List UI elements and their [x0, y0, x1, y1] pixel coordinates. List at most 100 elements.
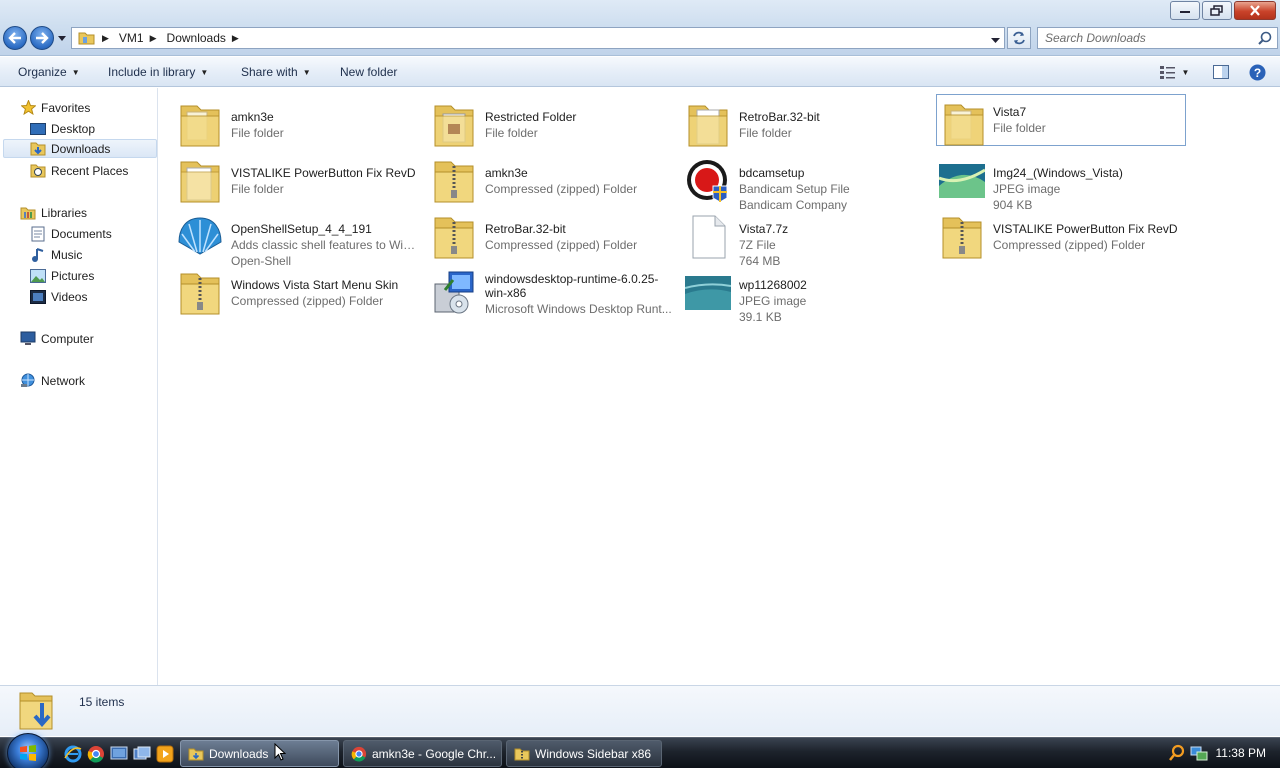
file-item[interactable]: RetroBar.32-bit Compressed (zipped) Fold… — [413, 206, 667, 259]
file-size: 39.1 KB — [739, 310, 782, 324]
file-item[interactable]: Vista7.7z 7Z File 764 MB — [667, 206, 921, 268]
recent-pages-dropdown[interactable] — [57, 33, 67, 43]
chrome-icon[interactable] — [87, 745, 105, 763]
navigation-pane: Favorites Desktop Downloads Recent Place… — [0, 88, 158, 685]
switch-windows-icon[interactable] — [133, 745, 151, 763]
taskbar-clock[interactable]: 11:38 PM — [1216, 746, 1266, 760]
downloads-folder-icon — [30, 141, 46, 157]
nav-libraries[interactable]: Libraries — [20, 203, 87, 222]
search-box[interactable] — [1037, 27, 1278, 49]
chevron-down-icon: ▼ — [302, 67, 311, 77]
file-item-selected[interactable]: Vista7 File folder — [936, 94, 1186, 146]
share-with-label: Share with — [241, 65, 298, 79]
task-chrome[interactable]: amkn3e - Google Chr... — [343, 740, 502, 767]
nav-downloads[interactable]: Downloads — [3, 139, 157, 158]
breadcrumb-vm1[interactable]: VM1 — [119, 31, 144, 45]
help-button[interactable]: ? — [1247, 63, 1267, 81]
file-item[interactable]: amkn3e File folder — [159, 94, 413, 147]
shell-icon — [178, 217, 222, 255]
file-item[interactable]: bdcamsetup Bandicam Setup File Bandicam … — [667, 150, 921, 212]
refresh-icon — [1013, 31, 1025, 45]
search-input[interactable] — [1045, 31, 1255, 45]
organize-menu[interactable]: Organize ▼ — [18, 65, 80, 79]
file-type: File folder — [231, 126, 284, 140]
file-type: Compressed (zipped) Folder — [993, 238, 1146, 252]
pictures-icon — [30, 268, 46, 284]
nav-pictures[interactable]: Pictures — [30, 266, 94, 285]
file-item[interactable]: RetroBar.32-bit File folder — [667, 94, 921, 147]
show-desktop-icon[interactable] — [110, 745, 128, 763]
address-dropdown[interactable] — [991, 32, 1000, 46]
folder-icon — [434, 105, 474, 147]
nav-computer[interactable]: Computer — [20, 329, 94, 348]
search-tray-icon[interactable] — [1168, 744, 1186, 762]
file-name: bdcamsetup — [739, 166, 805, 180]
file-item[interactable]: Windows Vista Start Menu Skin Compressed… — [159, 262, 413, 315]
search-icon[interactable] — [1258, 31, 1272, 45]
chevron-right-icon[interactable]: ▶ — [150, 33, 157, 44]
music-icon — [30, 247, 46, 263]
zip-folder-icon — [434, 217, 474, 259]
recent-places-icon — [30, 163, 46, 179]
zip-folder-icon — [434, 161, 474, 203]
help-icon: ? — [1249, 64, 1265, 80]
start-button[interactable] — [7, 733, 49, 768]
nav-music[interactable]: Music — [30, 245, 82, 264]
change-view-button[interactable]: ▼ — [1157, 63, 1191, 81]
close-icon — [1250, 5, 1260, 16]
refresh-button[interactable] — [1007, 27, 1031, 49]
include-in-library-menu[interactable]: Include in library ▼ — [108, 65, 208, 79]
zip-folder-icon — [180, 273, 220, 315]
installer-icon — [434, 271, 474, 314]
file-item[interactable]: wp11268002 JPEG image 39.1 KB — [667, 262, 921, 324]
nav-recent-places[interactable]: Recent Places — [30, 161, 128, 180]
file-item[interactable]: Img24_(Windows_Vista) JPEG image 904 KB — [921, 150, 1175, 212]
address-bar[interactable]: ▶ VM1 ▶ Downloads ▶ — [71, 27, 1005, 49]
item-count: 15 items — [79, 695, 125, 709]
task-downloads[interactable]: Downloads — [180, 740, 339, 767]
file-name: OpenShellSetup_4_4_191 — [231, 222, 372, 236]
file-item[interactable]: VISTALIKE PowerButton Fix RevD File fold… — [159, 150, 416, 203]
nav-libraries-label: Libraries — [41, 205, 88, 220]
nav-videos[interactable]: Videos — [30, 287, 87, 306]
file-item[interactable]: VISTALIKE PowerButton Fix RevD Compresse… — [921, 206, 1178, 259]
folder-icon — [944, 104, 984, 146]
nav-network[interactable]: Network — [20, 371, 85, 390]
new-folder-button[interactable]: New folder — [340, 65, 397, 79]
file-item[interactable]: amkn3e Compressed (zipped) Folder — [413, 150, 667, 203]
internet-explorer-icon[interactable] — [64, 745, 82, 763]
preview-pane-button[interactable] — [1211, 63, 1231, 81]
file-item[interactable]: Restricted Folder File folder — [413, 94, 667, 147]
network-status-icon[interactable] — [1190, 744, 1208, 762]
bandicam-icon — [687, 160, 728, 203]
file-type: Bandicam Setup File — [739, 182, 850, 196]
media-player-icon[interactable] — [156, 745, 174, 763]
minimize-button[interactable] — [1170, 1, 1200, 20]
close-button[interactable] — [1234, 1, 1276, 20]
task-windows-sidebar[interactable]: Windows Sidebar x86 — [506, 740, 662, 767]
file-item[interactable]: windowsdesktop-runtime-6.0.25-win-x86 Mi… — [413, 262, 672, 318]
file-type: JPEG image — [739, 294, 807, 308]
nav-favorites[interactable]: Favorites — [20, 98, 90, 117]
maximize-button[interactable] — [1202, 1, 1232, 20]
file-name: windowsdesktop-runtime-6.0.25-win-x86 — [485, 272, 659, 300]
file-type: File folder — [739, 126, 792, 140]
nav-network-label: Network — [41, 373, 86, 388]
chevron-right-icon: ▶ — [102, 32, 109, 43]
details-pane: 15 items — [0, 685, 1280, 736]
breadcrumb-downloads[interactable]: Downloads — [167, 31, 226, 45]
documents-icon — [30, 226, 46, 242]
nav-desktop[interactable]: Desktop — [30, 119, 95, 138]
file-icon — [692, 215, 726, 259]
mouse-cursor-icon — [274, 743, 286, 761]
share-with-menu[interactable]: Share with ▼ — [241, 65, 311, 79]
forward-button[interactable] — [30, 26, 54, 50]
folder-icon — [180, 105, 220, 147]
command-bar: Organize ▼ Include in library ▼ Share wi… — [0, 57, 1280, 87]
back-button[interactable] — [3, 26, 27, 50]
file-type: Compressed (zipped) Folder — [231, 294, 384, 308]
nav-documents[interactable]: Documents — [30, 224, 112, 243]
nav-videos-label: Videos — [51, 289, 88, 304]
file-item[interactable]: OpenShellSetup_4_4_191 Adds classic shel… — [159, 206, 419, 268]
chevron-right-icon[interactable]: ▶ — [232, 33, 239, 44]
